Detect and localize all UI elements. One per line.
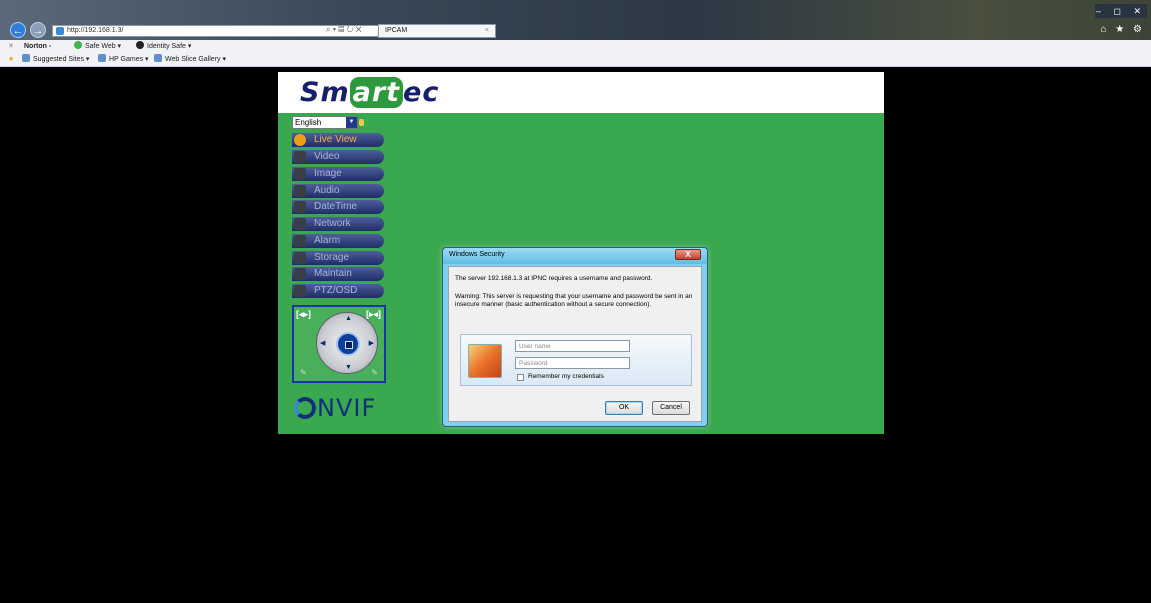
- dialog-titlebar: Windows Security X: [443, 248, 707, 264]
- clock-icon: [294, 201, 306, 213]
- credential-panel: Remember my credentials: [460, 334, 692, 386]
- smartec-logo: Sm art ec: [300, 77, 440, 108]
- web-slice-gallery-link[interactable]: Web Slice Gallery ▾: [154, 53, 226, 67]
- wrench-icon: [294, 268, 306, 280]
- focus-near-icon[interactable]: ✎: [300, 368, 307, 377]
- menu-audio[interactable]: Audio: [292, 184, 384, 198]
- dialog-body: The server 192.168.1.3 at IPNC requires …: [448, 266, 702, 422]
- logo-bar: Sm art ec: [278, 72, 884, 113]
- back-button[interactable]: ←: [10, 22, 26, 38]
- safe-web-button[interactable]: Safe Web ▾: [74, 40, 121, 53]
- ptz-home-button[interactable]: [336, 332, 360, 356]
- network-icon: [294, 218, 306, 230]
- safe-web-icon: [74, 41, 82, 49]
- menu-ptz-osd[interactable]: PTZ/OSD: [292, 284, 384, 298]
- chevron-down-icon[interactable]: ▼: [346, 117, 357, 128]
- onvif-logo: NVIF: [294, 394, 376, 422]
- pan-left-icon[interactable]: ◀: [320, 339, 325, 347]
- menu-datetime[interactable]: DateTime: [292, 200, 384, 214]
- language-icon: [359, 119, 364, 126]
- focus-far-icon[interactable]: ✎: [371, 368, 378, 377]
- zoom-out-icon[interactable]: [◂▸]: [296, 309, 311, 320]
- menu-image[interactable]: Image: [292, 167, 384, 181]
- favorites-star-icon[interactable]: ★: [8, 53, 14, 67]
- image-icon: [294, 168, 306, 180]
- identity-safe-icon: [136, 41, 144, 49]
- menu-video[interactable]: Video: [292, 150, 384, 164]
- username-field[interactable]: [515, 340, 630, 352]
- language-value: English: [295, 118, 322, 127]
- tab-title: IPCAM: [385, 27, 408, 34]
- ptz-icon: [294, 285, 306, 297]
- ptz-control-pad: [◂▸] [▸◂] ▲ ▼ ◀ ▶ ✎ ✎: [292, 305, 386, 383]
- windows-security-dialog: Windows Security X The server 192.168.1.…: [442, 247, 708, 427]
- forward-button[interactable]: →: [30, 22, 46, 38]
- pan-up-icon[interactable]: ▲: [345, 315, 352, 322]
- remember-credentials-checkbox[interactable]: [517, 374, 524, 381]
- norton-toolbar: ✕ Norton - Safe Web ▾ Identity Safe ▾: [0, 40, 1151, 53]
- language-select[interactable]: English ▼: [292, 116, 358, 129]
- audio-icon: [294, 185, 306, 197]
- close-icon[interactable]: X: [675, 249, 701, 260]
- address-tools[interactable]: ⌕ ▾ ▤ ↻ ✕: [326, 25, 362, 35]
- favorites-bar: ★ Suggested Sites ▾ HP Games ▾ Web Slice…: [0, 53, 1151, 67]
- storage-icon: [294, 252, 306, 264]
- menu-live-view[interactable]: Live View: [292, 133, 384, 147]
- suggested-sites-link[interactable]: Suggested Sites ▾: [22, 53, 89, 67]
- ok-button[interactable]: OK: [605, 401, 643, 415]
- menu-storage[interactable]: Storage: [292, 251, 384, 265]
- tab-close-icon[interactable]: ×: [485, 25, 489, 37]
- address-url: http://192.168.1.3/: [67, 27, 124, 34]
- norton-brand[interactable]: Norton -: [24, 40, 51, 53]
- dialog-title: Windows Security: [449, 251, 505, 258]
- browser-titlebar: ← → http://192.168.1.3/ ⌕ ▾ ▤ ↻ ✕ IPCAM …: [0, 0, 1151, 40]
- page-favicon-icon: [56, 27, 64, 35]
- dialog-warning: Warning: This server is requesting that …: [455, 293, 693, 308]
- dialog-message: The server 192.168.1.3 at IPNC requires …: [455, 275, 653, 282]
- window-controls[interactable]: – ◻ ✕: [1095, 4, 1147, 18]
- pan-down-icon[interactable]: ▼: [345, 364, 352, 371]
- ie-page-icon: [98, 54, 106, 62]
- live-view-icon: [294, 134, 306, 146]
- pan-right-icon[interactable]: ▶: [369, 339, 374, 347]
- alarm-icon: [294, 235, 306, 247]
- menu-alarm[interactable]: Alarm: [292, 234, 384, 248]
- user-tile-icon: [468, 344, 502, 378]
- hp-games-link[interactable]: HP Games ▾: [98, 53, 149, 67]
- password-field[interactable]: [515, 357, 630, 369]
- ptz-home-icon: [345, 341, 353, 349]
- zoom-in-icon[interactable]: [▸◂]: [366, 309, 381, 320]
- identity-safe-button[interactable]: Identity Safe ▾: [136, 40, 191, 53]
- ie-page-icon: [22, 54, 30, 62]
- norton-close-icon[interactable]: ✕: [8, 40, 14, 53]
- menu-network[interactable]: Network: [292, 217, 384, 231]
- ie-page-icon: [154, 54, 162, 62]
- ptz-direction-ring[interactable]: ▲ ▼ ◀ ▶: [316, 312, 378, 374]
- remember-credentials-label: Remember my credentials: [528, 373, 604, 380]
- video-icon: [294, 151, 306, 163]
- onvif-o-mark: [294, 397, 316, 419]
- menu-maintain[interactable]: Maintain: [292, 267, 384, 281]
- browser-right-icons[interactable]: ⌂ ★ ⚙: [1100, 24, 1145, 35]
- tab-ipcam[interactable]: IPCAM ×: [378, 24, 496, 38]
- cancel-button[interactable]: Cancel: [652, 401, 690, 415]
